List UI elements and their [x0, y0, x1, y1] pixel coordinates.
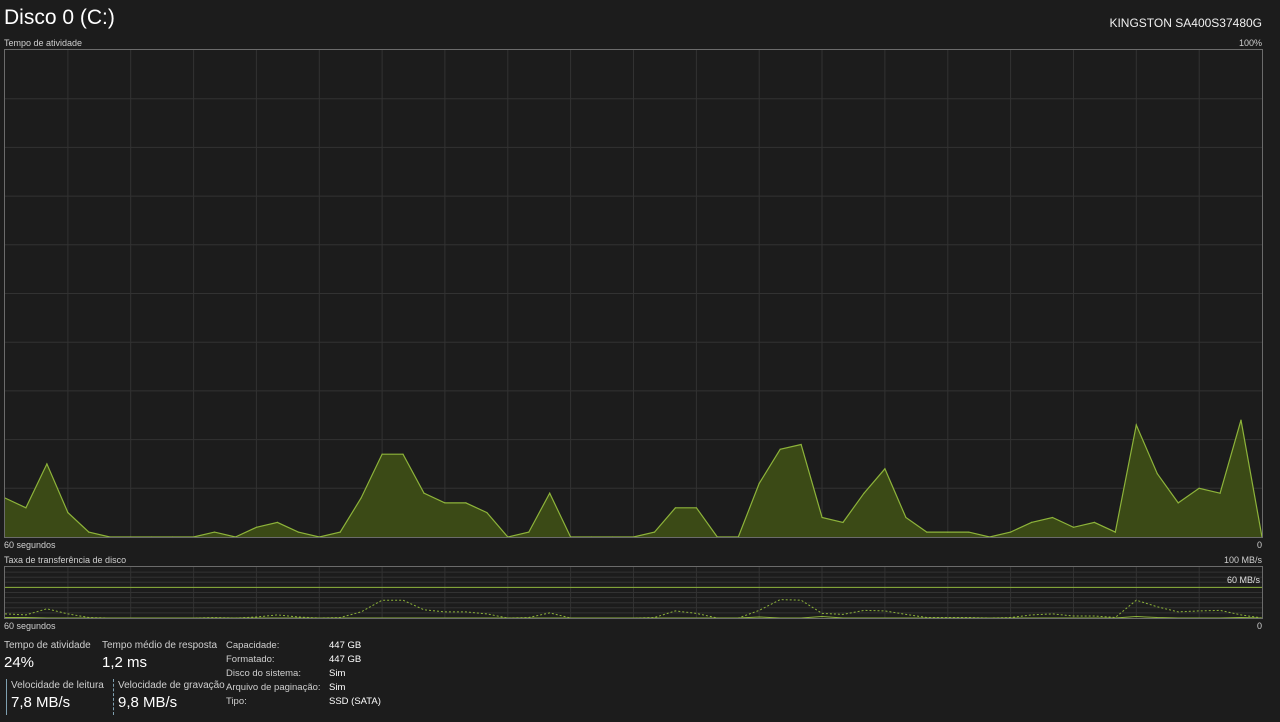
- activity-data-point: [758, 482, 760, 484]
- activity-data-point: [863, 492, 865, 494]
- prop-pagefile-value: Sim: [329, 682, 346, 693]
- activity-data-point: [297, 531, 299, 533]
- activity-stat-label: Tempo de atividade: [4, 640, 91, 651]
- activity-data-point: [25, 507, 27, 509]
- activity-data-point: [339, 531, 341, 533]
- activity-data-point: [842, 521, 844, 523]
- activity-data-point: [381, 453, 383, 455]
- activity-data-point: [695, 507, 698, 509]
- prop-formatted-key: Formatado:: [226, 654, 275, 665]
- activity-data-point: [360, 497, 362, 499]
- activity-data-point: [884, 468, 886, 470]
- disk-model: KINGSTON SA400S37480G: [1109, 16, 1262, 30]
- activity-data-point: [1156, 473, 1158, 475]
- activity-data-point: [549, 492, 551, 494]
- disk-performance-panel: Disco 0 (C:) KINGSTON SA400S37480G Tempo…: [0, 0, 1280, 722]
- activity-data-point: [1114, 531, 1116, 533]
- prop-type-key: Tipo:: [226, 696, 247, 707]
- transfer-chart-ref-label: 60 MB/s: [1226, 575, 1260, 585]
- activity-data-point: [947, 531, 949, 533]
- activity-data-point: [444, 502, 446, 504]
- write-speed-label: Velocidade de gravação: [118, 680, 225, 691]
- activity-chart-right-axis: 0: [1256, 540, 1262, 550]
- activity-data-point: [674, 507, 677, 509]
- activity-data-point: [1030, 521, 1033, 523]
- activity-data-point: [528, 531, 530, 533]
- read-speed-marker: [6, 679, 7, 715]
- response-stat-value: 1,2 ms: [102, 654, 148, 671]
- activity-data-point: [423, 492, 425, 494]
- activity-chart-left-axis: 60 segundos: [4, 540, 56, 550]
- activity-data-point: [1072, 526, 1075, 528]
- activity-chart-max-label: 100%: [1238, 38, 1262, 48]
- activity-data-point: [402, 453, 404, 455]
- transfer-chart-right-axis: 0: [1256, 621, 1262, 631]
- activity-data-point: [1219, 492, 1221, 494]
- activity-chart: [4, 49, 1263, 538]
- write-speed-value: 9,8 MB/s: [118, 694, 178, 711]
- response-stat-label: Tempo médio de resposta: [102, 640, 218, 651]
- activity-data-point: [46, 463, 48, 465]
- activity-data-point: [821, 516, 823, 519]
- activity-data-point: [1093, 521, 1095, 523]
- activity-data-point: [926, 531, 928, 533]
- activity-data-point: [905, 516, 907, 519]
- activity-data-point: [1198, 487, 1200, 489]
- prop-capacity-value: 447 GB: [329, 640, 362, 651]
- activity-data-point: [213, 531, 216, 533]
- activity-data-point: [968, 531, 970, 533]
- transfer-chart-svg: [5, 567, 1262, 618]
- transfer-chart: 60 MB/s: [4, 566, 1263, 619]
- activity-chart-label: Tempo de atividade: [4, 38, 83, 48]
- prop-pagefile-key: Arquivo de paginação:: [226, 682, 321, 693]
- activity-chart-svg: [5, 50, 1262, 537]
- transfer-chart-left-axis: 60 segundos: [4, 621, 56, 631]
- activity-data-point: [1240, 419, 1242, 421]
- activity-data-point: [255, 526, 257, 528]
- disk-title: Disco 0 (C:): [4, 6, 115, 29]
- activity-data-point: [486, 512, 488, 514]
- activity-data-point: [779, 448, 781, 450]
- activity-data-point: [276, 521, 278, 523]
- activity-data-point: [88, 531, 90, 533]
- prop-type-value: SSD (SATA): [329, 696, 381, 707]
- activity-data-point: [67, 512, 69, 514]
- activity-data-point: [800, 443, 802, 446]
- write-speed-marker: [113, 679, 114, 715]
- activity-data-point: [1010, 531, 1012, 533]
- read-speed-value: 7,8 MB/s: [11, 694, 71, 711]
- activity-data-point: [1177, 502, 1179, 504]
- activity-data-point: [1135, 424, 1137, 426]
- prop-system-disk-key: Disco do sistema:: [226, 668, 301, 679]
- prop-capacity-key: Capacidade:: [226, 640, 280, 651]
- read-speed-label: Velocidade de leitura: [11, 680, 104, 691]
- activity-data-point: [465, 502, 467, 504]
- transfer-chart-max-label: 100 MB/s: [1223, 555, 1262, 565]
- activity-data-point: [1051, 516, 1054, 519]
- activity-stat-value: 24%: [4, 654, 35, 671]
- activity-data-point: [653, 531, 656, 533]
- prop-system-disk-value: Sim: [329, 668, 346, 679]
- transfer-chart-label: Taxa de transferência de disco: [4, 555, 127, 565]
- prop-formatted-value: 447 GB: [329, 654, 362, 665]
